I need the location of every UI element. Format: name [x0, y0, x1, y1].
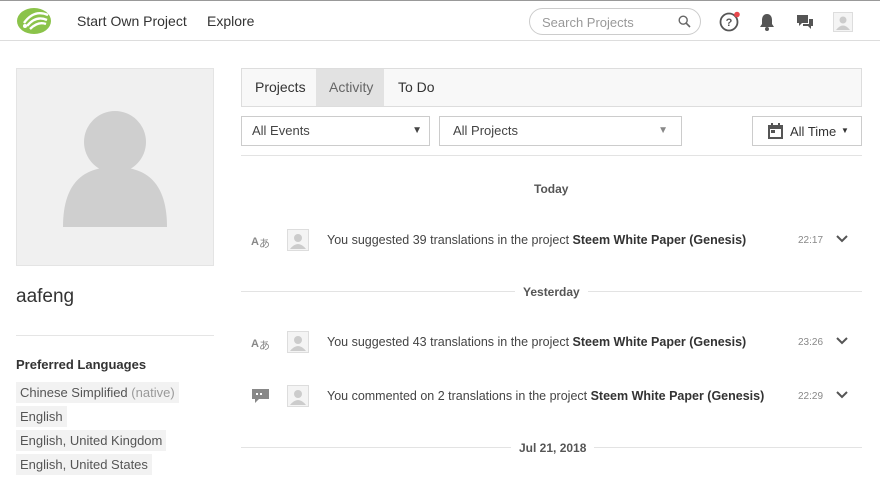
activity-avatar[interactable] — [287, 385, 309, 407]
language-tag[interactable]: English — [16, 406, 67, 427]
svg-text:A: A — [251, 338, 259, 350]
help-icon[interactable]: ? — [718, 11, 740, 33]
activity-text: You suggested 43 translations in the pro… — [327, 335, 746, 349]
tab-to-do[interactable]: To Do — [385, 69, 455, 106]
nav-explore[interactable]: Explore — [207, 13, 254, 29]
bell-icon[interactable] — [756, 11, 778, 33]
comment-icon — [252, 389, 269, 403]
activity-time: 23:26 — [798, 337, 824, 348]
activity-avatar[interactable] — [287, 331, 309, 353]
chevron-down-icon[interactable] — [835, 336, 849, 346]
activity-avatar[interactable] — [287, 229, 309, 251]
svg-text:A: A — [251, 236, 259, 248]
language-name: English, United States — [20, 457, 148, 472]
language-tag[interactable]: English, United States — [16, 454, 152, 475]
tab-activity[interactable]: Activity — [316, 69, 384, 106]
caret-down-icon: ▼ — [841, 126, 849, 135]
activity-text: You suggested 39 translations in the pro… — [327, 233, 746, 247]
caret-down-icon: ▼ — [658, 125, 668, 136]
activity-description: You suggested 43 translations in the pro… — [327, 335, 573, 349]
preferred-languages-title: Preferred Languages — [16, 357, 147, 372]
language-native-tag: (native) — [131, 385, 175, 400]
time-filter-label: All Time — [790, 124, 837, 139]
projects-filter-select[interactable]: All Projects ▼ — [439, 116, 682, 146]
project-link[interactable]: Steem White Paper (Genesis) — [573, 233, 747, 247]
user-icon — [290, 390, 306, 405]
events-filter-select[interactable]: All Events ▼ — [241, 116, 430, 146]
svg-text:?: ? — [726, 17, 733, 29]
username: aafeng — [16, 286, 75, 307]
day-heading: Today — [526, 182, 577, 196]
avatar-placeholder-icon — [63, 111, 167, 227]
language-tag[interactable]: Chinese Simplified (native) — [16, 382, 179, 403]
logo-icon[interactable] — [16, 7, 52, 35]
search-input[interactable] — [542, 14, 677, 31]
project-link[interactable]: Steem White Paper (Genesis) — [591, 389, 765, 403]
day-heading: Yesterday — [515, 285, 588, 299]
top-bar: Start Own Project Explore ? — [0, 0, 880, 41]
chevron-down-icon[interactable] — [835, 234, 849, 244]
language-tag[interactable]: English, United Kingdom — [16, 430, 167, 451]
day-heading: Jul 21, 2018 — [511, 441, 595, 455]
projects-filter-value: All Projects — [453, 123, 519, 138]
user-icon — [290, 336, 306, 351]
profile-picture — [16, 68, 214, 266]
user-avatar[interactable] — [833, 12, 853, 32]
divider — [16, 335, 214, 336]
chevron-down-icon[interactable] — [835, 390, 849, 400]
user-icon — [836, 16, 850, 30]
search-icon[interactable] — [678, 15, 691, 28]
search-box — [529, 8, 701, 35]
activity-time: 22:17 — [798, 235, 824, 246]
activity-text: You commented on 2 translations in the p… — [327, 389, 764, 403]
project-link[interactable]: Steem White Paper (Genesis) — [573, 335, 747, 349]
language-name: English — [20, 409, 63, 424]
events-filter-value: All Events — [252, 123, 310, 138]
language-name: Chinese Simplified — [20, 385, 128, 400]
messages-icon[interactable] — [794, 11, 816, 33]
translate-icon: A あ — [251, 236, 270, 249]
activity-description: You commented on 2 translations in the p… — [327, 389, 591, 403]
user-icon — [290, 234, 306, 249]
activity-description: You suggested 39 translations in the pro… — [327, 233, 573, 247]
notification-dot — [734, 11, 740, 18]
calendar-icon — [768, 123, 783, 139]
time-filter-button[interactable]: All Time ▼ — [752, 116, 862, 146]
nav-start-own-project[interactable]: Start Own Project — [77, 13, 187, 29]
svg-text:あ: あ — [259, 237, 270, 249]
translate-icon: A あ — [251, 338, 270, 351]
caret-down-icon: ▼ — [412, 125, 422, 136]
activity-time: 22:29 — [798, 391, 824, 402]
divider — [241, 155, 862, 156]
language-name: English, United Kingdom — [20, 433, 163, 448]
svg-text:あ: あ — [259, 339, 270, 351]
tab-projects[interactable]: Projects — [242, 69, 316, 106]
profile-tabs: Projects Activity To Do — [241, 68, 862, 107]
